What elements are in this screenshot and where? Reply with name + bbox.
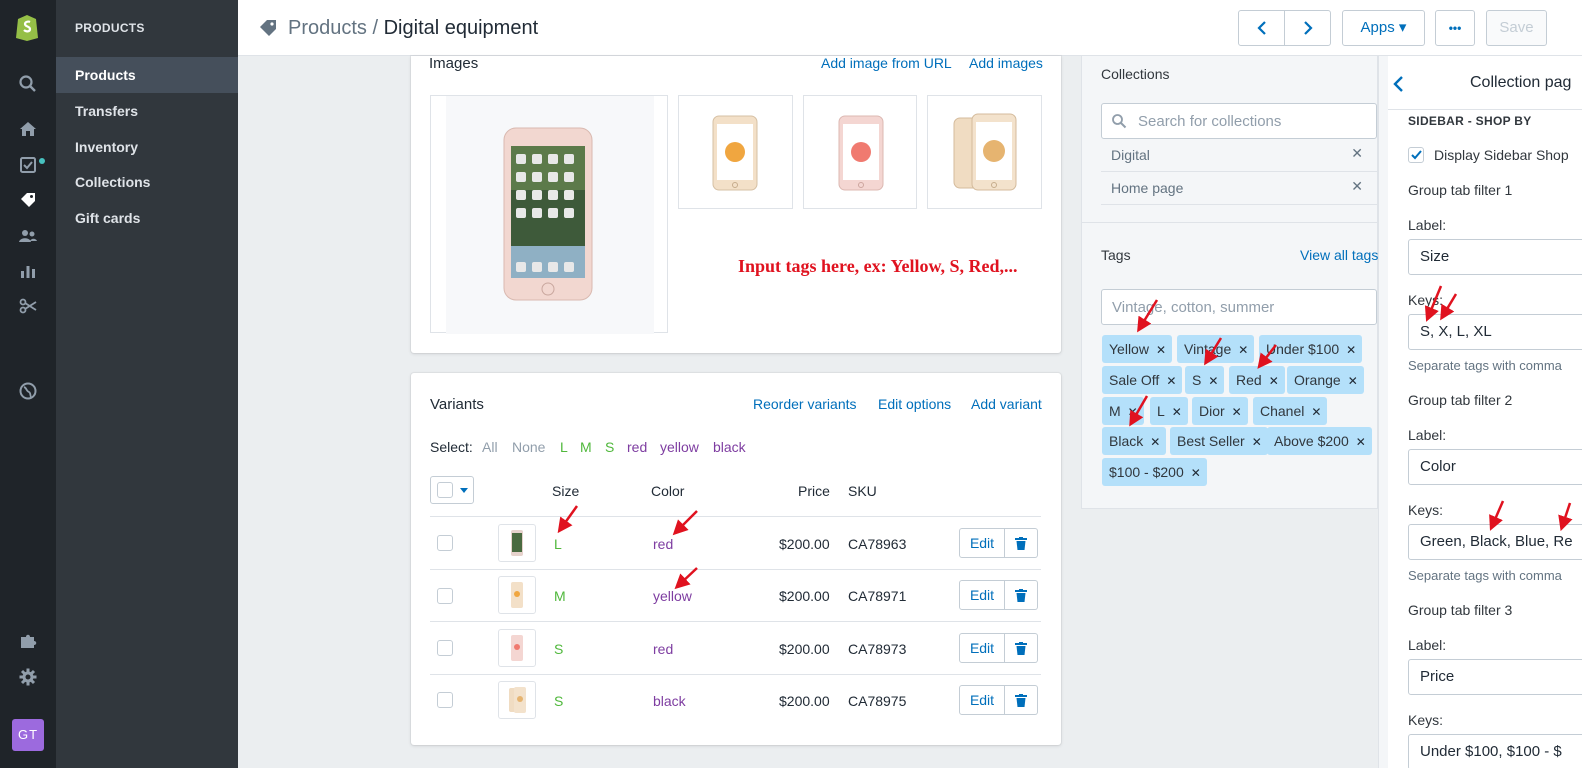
red-arrow-icon	[557, 285, 1573, 590]
